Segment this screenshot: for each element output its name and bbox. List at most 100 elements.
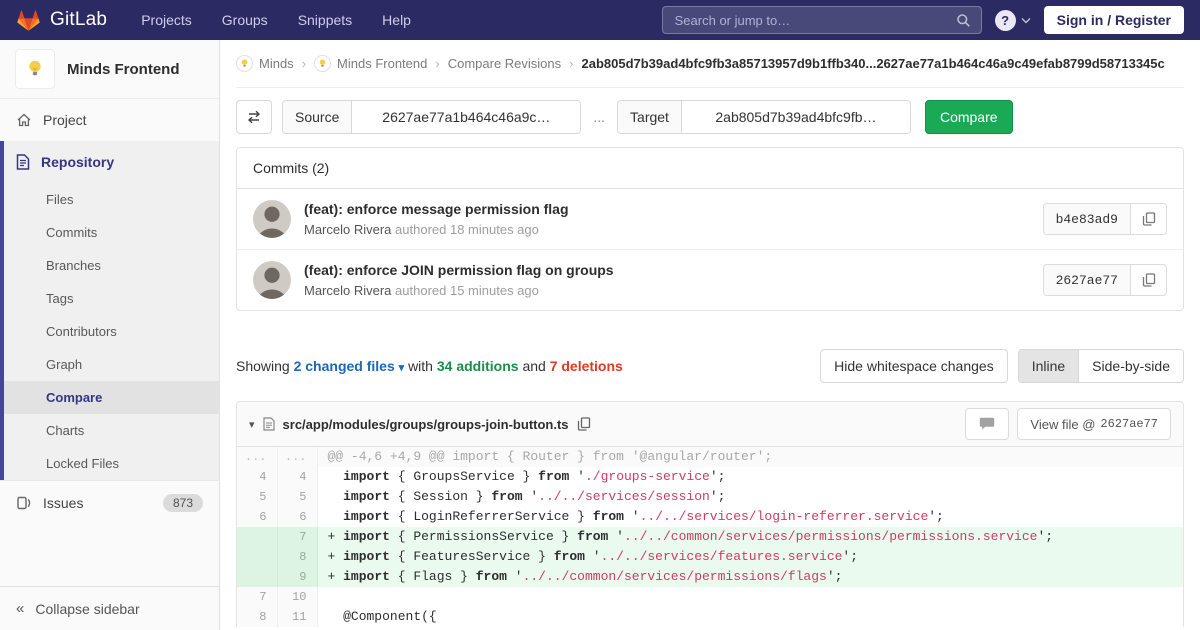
sidebar-item-charts[interactable]: Charts [4, 414, 219, 447]
nav-item-projects[interactable]: Projects [141, 12, 192, 28]
document-icon [16, 154, 30, 170]
old-line-number[interactable] [237, 527, 277, 547]
old-line-number[interactable]: ... [237, 447, 277, 467]
sidebar-item-compare[interactable]: Compare [4, 381, 219, 414]
lightbulb-icon [24, 58, 46, 80]
commit-title-link[interactable]: (feat): enforce JOIN permission flag on … [304, 262, 1043, 278]
old-line-number[interactable]: 6 [237, 507, 277, 527]
caret-down-icon: ▾ [399, 362, 405, 374]
user-avatar[interactable] [253, 200, 291, 238]
diff-view-toggle: Inline Side-by-side [1018, 349, 1184, 383]
old-line-number[interactable] [237, 567, 277, 587]
sidebar-item-label: Project [43, 112, 87, 128]
target-ref-field[interactable]: 2ab805d7b39ad4bfc9fb… [682, 101, 910, 133]
top-navbar: GitLab Projects Groups Snippets Help ? S… [0, 0, 1200, 40]
inline-view-button[interactable]: Inline [1019, 350, 1079, 382]
old-line-number[interactable]: 5 [237, 487, 277, 507]
new-line-number[interactable]: 10 [277, 587, 317, 607]
copy-sha-button[interactable] [1131, 204, 1166, 234]
changed-files-dropdown[interactable]: 2 changed files ▾ [294, 358, 405, 374]
new-line-number[interactable]: ... [277, 447, 317, 467]
diff-view-actions: Hide whitespace changes Inline Side-by-s… [820, 349, 1184, 383]
sidebar-item-label: Issues [43, 495, 83, 511]
search-box[interactable] [662, 6, 982, 34]
copy-sha-button[interactable] [1131, 265, 1166, 295]
project-context-header[interactable]: Minds Frontend [0, 40, 219, 99]
breadcrumb-compare-revisions[interactable]: Compare Revisions [448, 56, 561, 71]
code-line: import { LoginReferrerService } from '..… [317, 507, 1183, 527]
diff-line: 811 @Component({ [237, 607, 1183, 627]
sidebar-item-graph[interactable]: Graph [4, 348, 219, 381]
diff-line: 55 import { Session } from '../../servic… [237, 487, 1183, 507]
toggle-comments-button[interactable] [965, 408, 1009, 440]
user-avatar[interactable] [253, 261, 291, 299]
sidebar-item-issues[interactable]: Issues 873 [0, 480, 219, 525]
sidebar-item-tags[interactable]: Tags [4, 282, 219, 315]
code-line: @@ -4,6 +4,9 @@ import { Router } from '… [317, 447, 1183, 467]
breadcrumb-minds[interactable]: Minds [236, 55, 294, 72]
collapse-label: Collapse sidebar [35, 601, 139, 617]
source-ref-field[interactable]: 2627ae77a1b464c46a9c… [352, 101, 580, 133]
diff-file-info: ▾ src/app/modules/groups/groups-join-but… [249, 417, 591, 432]
view-file-label: View file @ [1030, 417, 1095, 432]
new-line-number[interactable]: 5 [277, 487, 317, 507]
diff-file-path-link[interactable]: src/app/modules/groups/groups-join-butto… [283, 417, 569, 432]
old-line-number[interactable]: 4 [237, 467, 277, 487]
old-line-number[interactable]: 8 [237, 607, 277, 627]
side-by-side-view-button[interactable]: Side-by-side [1079, 350, 1183, 382]
new-line-number[interactable]: 4 [277, 467, 317, 487]
compare-button[interactable]: Compare [925, 100, 1013, 134]
sidebar-item-contributors[interactable]: Contributors [4, 315, 219, 348]
commit-author-link[interactable]: Marcelo Rivera [304, 222, 391, 237]
diff-line: 66 import { LoginReferrerService } from … [237, 507, 1183, 527]
nav-item-snippets[interactable]: Snippets [298, 12, 352, 28]
target-label: Target [618, 101, 682, 133]
new-line-number[interactable]: 6 [277, 507, 317, 527]
new-line-number[interactable]: 11 [277, 607, 317, 627]
commit-title-link[interactable]: (feat): enforce message permission flag [304, 201, 1043, 217]
collapse-sidebar-button[interactable]: « Collapse sidebar [0, 586, 219, 630]
sidebar: Minds Frontend Project Repository Files … [0, 40, 220, 630]
sidebar-item-project[interactable]: Project [0, 99, 219, 141]
collapse-diff-caret[interactable]: ▾ [249, 418, 255, 431]
stats-with: with [408, 358, 433, 374]
hide-whitespace-button[interactable]: Hide whitespace changes [820, 349, 1008, 383]
commit-meta: Marcelo Rivera authored 15 minutes ago [304, 283, 1043, 298]
new-line-number[interactable]: 7 [277, 527, 317, 547]
search-input[interactable] [673, 12, 956, 29]
nav-item-help[interactable]: Help [382, 12, 411, 28]
project-title: Minds Frontend [67, 61, 180, 78]
range-ellipsis: ... [591, 109, 607, 125]
stats-and: and [522, 358, 545, 374]
diff-summary-bar: Showing 2 changed files ▾ with 34 additi… [236, 349, 1184, 383]
view-file-hash: 2627ae77 [1100, 417, 1158, 431]
breadcrumb-minds-frontend[interactable]: Minds Frontend [314, 55, 427, 72]
sidebar-item-files[interactable]: Files [4, 183, 219, 216]
commit-sha[interactable]: 2627ae77 [1044, 265, 1131, 295]
sidebar-nav: Project Repository Files Commits Branche… [0, 99, 219, 586]
help-menu[interactable]: ? [995, 10, 1031, 31]
chevron-down-icon [1021, 17, 1031, 24]
commit-author-link[interactable]: Marcelo Rivera [304, 283, 391, 298]
commit-meta: Marcelo Rivera authored 18 minutes ago [304, 222, 1043, 237]
commit-sha[interactable]: b4e83ad9 [1044, 204, 1131, 234]
changed-files-label: 2 changed files [294, 358, 395, 374]
new-line-number[interactable]: 8 [277, 547, 317, 567]
diff-line: ......@@ -4,6 +4,9 @@ import { Router } … [237, 447, 1183, 467]
sidebar-item-locked-files[interactable]: Locked Files [4, 447, 219, 480]
old-line-number[interactable] [237, 547, 277, 567]
nav-item-groups[interactable]: Groups [222, 12, 268, 28]
sidebar-item-commits[interactable]: Commits [4, 216, 219, 249]
code-line: + import { Flags } from '../../common/se… [317, 567, 1183, 587]
copy-path-button[interactable] [577, 417, 591, 431]
view-file-button[interactable]: View file @ 2627ae77 [1017, 408, 1171, 440]
sidebar-item-repository[interactable]: Repository [4, 141, 219, 183]
sidebar-item-branches[interactable]: Branches [4, 249, 219, 282]
code-line [317, 587, 1183, 607]
sign-in-button[interactable]: Sign in / Register [1044, 6, 1184, 34]
old-line-number[interactable]: 7 [237, 587, 277, 607]
diff-line: 44 import { GroupsService } from './grou… [237, 467, 1183, 487]
new-line-number[interactable]: 9 [277, 567, 317, 587]
swap-revisions-button[interactable] [236, 100, 272, 134]
gitlab-logo[interactable]: GitLab [16, 8, 107, 32]
